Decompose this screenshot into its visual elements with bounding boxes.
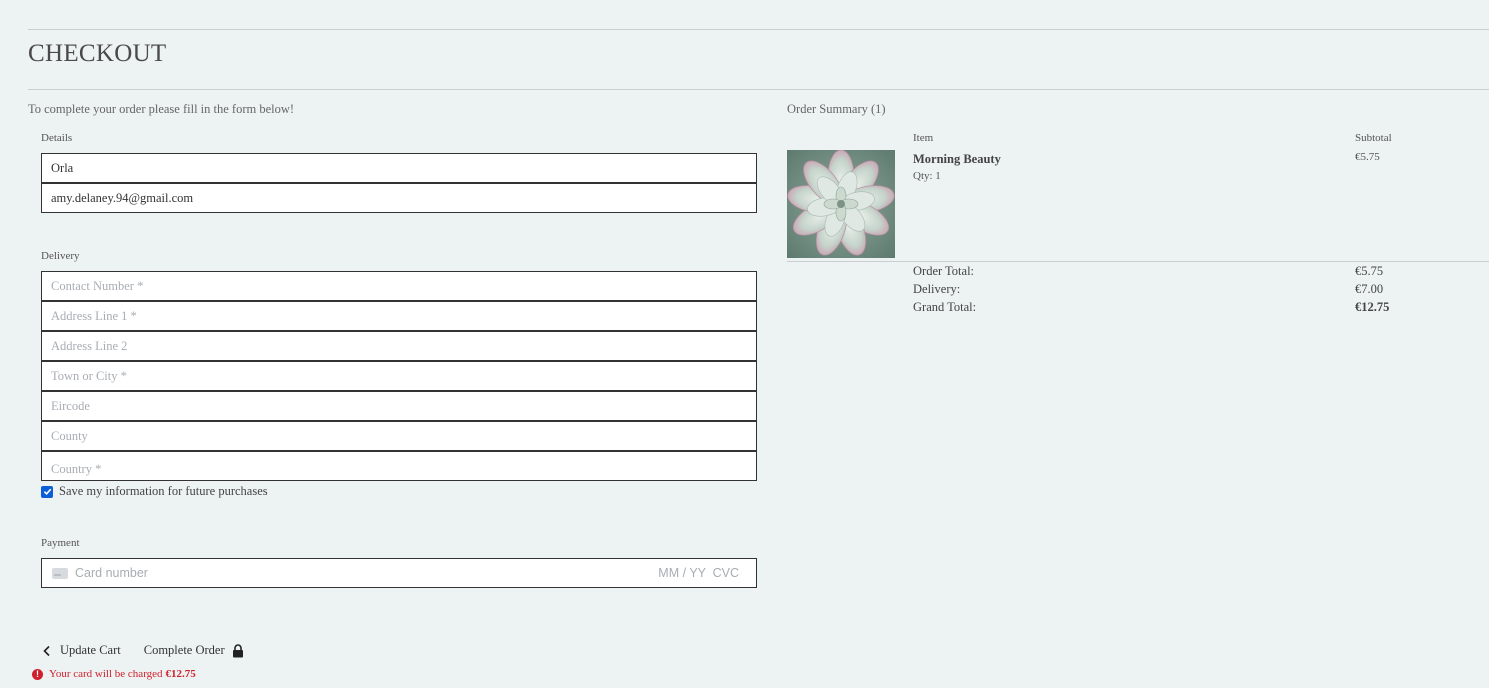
checkout-actions: Update Cart Complete Order: [41, 643, 244, 658]
town-or-city-input[interactable]: [42, 362, 756, 390]
delivery-cost-label: Delivery:: [913, 282, 961, 296]
delivery-cost-value: €7.00: [1355, 282, 1384, 296]
lock-icon: [232, 643, 243, 657]
country-input[interactable]: [42, 452, 756, 480]
succulent-image: [787, 150, 895, 258]
order-total-label: Order Total:: [913, 264, 975, 278]
address-line-1-field[interactable]: [41, 301, 757, 331]
details-label: Details: [41, 132, 73, 144]
address-line-1-input[interactable]: [42, 302, 756, 330]
town-or-city-field[interactable]: [41, 361, 757, 391]
product-name[interactable]: Morning Beauty: [913, 152, 1001, 167]
chevron-left-icon: [43, 645, 50, 656]
alert-circle-icon: !: [32, 668, 43, 680]
top-divider: [28, 29, 1489, 30]
county-input[interactable]: [42, 422, 756, 450]
address-line-2-field[interactable]: [41, 331, 757, 361]
full-name-field[interactable]: [41, 153, 757, 183]
grand-total-label: Grand Total:: [913, 300, 977, 314]
checkout-intro: To complete your order please fill in th…: [28, 102, 295, 116]
product-qty: Qty: 1: [913, 170, 941, 182]
card-expiry-placeholder[interactable]: MM / YY: [658, 566, 706, 580]
complete-order-button[interactable]: Complete Order: [144, 643, 244, 658]
complete-order-label: Complete Order: [143, 643, 225, 657]
grand-total-value: €12.75: [1355, 300, 1390, 314]
order-total-value: €5.75: [1355, 264, 1384, 278]
county-field[interactable]: [41, 421, 757, 451]
update-cart-label: Update Cart: [60, 643, 121, 657]
email-input[interactable]: [42, 184, 756, 212]
order-summary-title: Order Summary (1): [787, 102, 886, 116]
contact-number-input[interactable]: [42, 272, 756, 300]
eircode-field[interactable]: [41, 391, 757, 421]
product-thumbnail[interactable]: [787, 150, 895, 258]
checkmark-icon: [43, 488, 51, 496]
credit-card-icon: [52, 568, 68, 579]
delivery-label: Delivery: [41, 250, 80, 262]
item-column-header: Item: [913, 132, 934, 144]
address-line-2-input[interactable]: [42, 332, 756, 360]
title-divider: [28, 89, 1489, 90]
update-cart-button[interactable]: Update Cart: [41, 643, 121, 658]
card-cvc-placeholder[interactable]: CVC: [713, 566, 739, 580]
subtotal-column-header: Subtotal: [1355, 132, 1392, 144]
full-name-input[interactable]: [42, 154, 756, 182]
charge-text: Your card will be charged: [49, 668, 163, 680]
save-info-checkbox[interactable]: [41, 485, 53, 498]
save-info-row[interactable]: Save my information for future purchases: [41, 484, 268, 499]
country-select[interactable]: [41, 451, 757, 481]
card-element[interactable]: Card number MM / YY CVC: [41, 558, 757, 588]
payment-label: Payment: [41, 537, 80, 549]
product-subtotal: €5.75: [1355, 151, 1380, 163]
eircode-input[interactable]: [42, 392, 756, 420]
summary-divider: [787, 261, 1489, 262]
save-info-label: Save my information for future purchases: [59, 484, 268, 498]
contact-number-field[interactable]: [41, 271, 757, 301]
charge-notice: ! Your card will be charged €12.75: [32, 668, 196, 680]
charge-amount: €12.75: [165, 668, 196, 680]
card-number-placeholder[interactable]: Card number: [75, 566, 148, 580]
email-field[interactable]: [41, 183, 757, 213]
page-title: CHECKOUT: [28, 40, 167, 67]
